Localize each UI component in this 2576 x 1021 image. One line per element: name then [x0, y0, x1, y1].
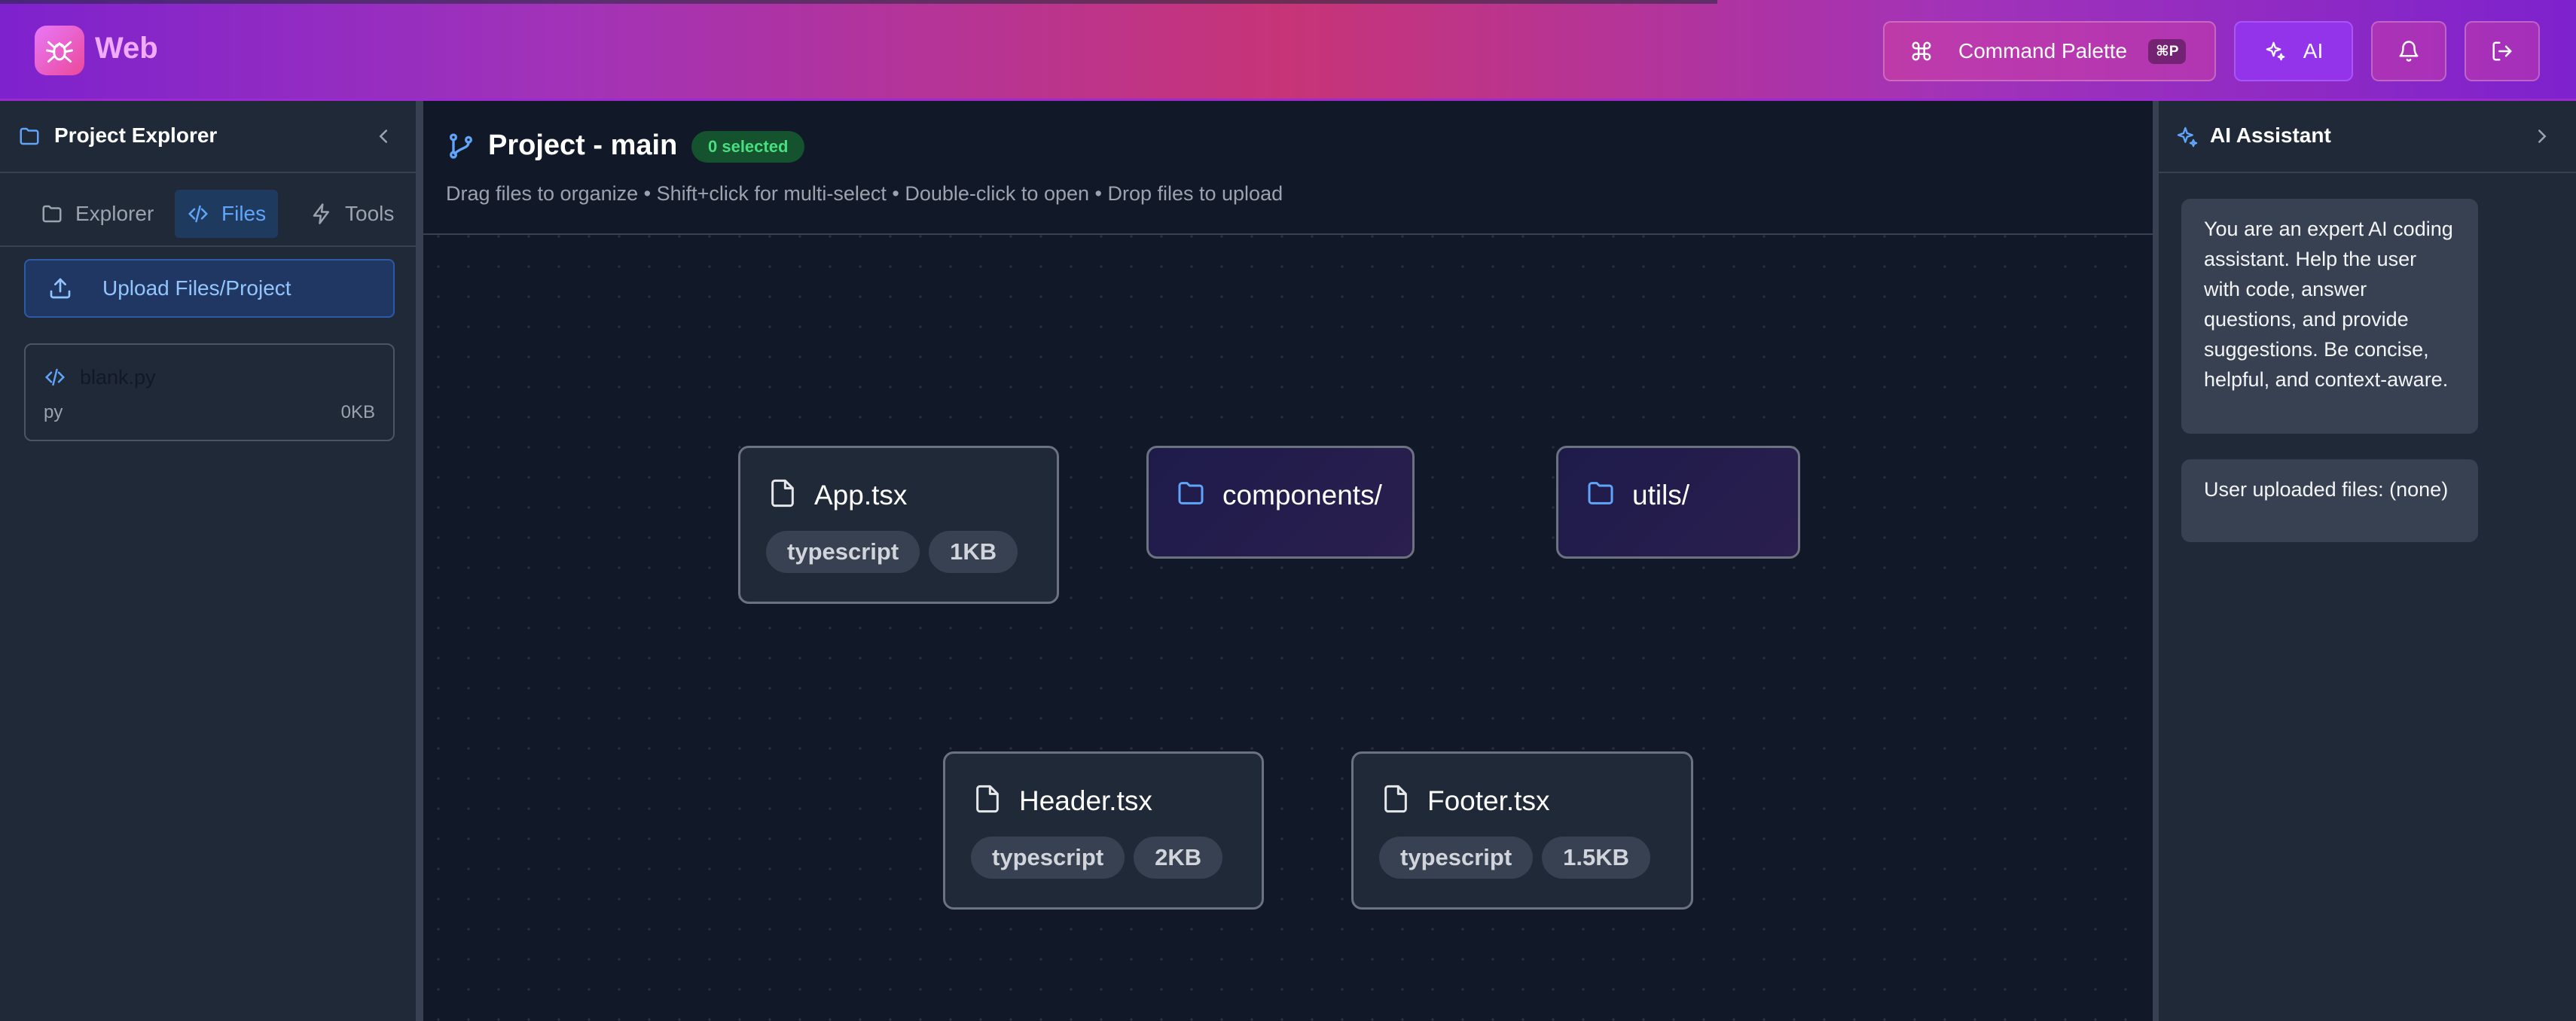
- bolt-icon: [313, 203, 329, 224]
- loading-bar: [0, 0, 1717, 4]
- command-palette-label: Command Palette: [1958, 39, 2128, 62]
- sidebar-tabs: Explorer Files Tools: [0, 175, 416, 247]
- sidebar-title: Project Explorer: [54, 123, 218, 147]
- folder-icon: [42, 205, 62, 223]
- folder-icon: [1178, 482, 1204, 504]
- file-icon: [1384, 785, 1407, 813]
- size-tag: 2KB: [1134, 837, 1223, 879]
- command-palette-button[interactable]: Command Palette ⌘P: [1883, 21, 2216, 81]
- tab-tools[interactable]: Tools: [298, 190, 406, 238]
- code-icon: [188, 205, 209, 223]
- file-icon: [771, 479, 794, 507]
- node-name: Footer.tsx: [1427, 785, 1550, 816]
- language-tag: typescript: [971, 837, 1125, 879]
- ai-panel-resize-handle[interactable]: [2153, 101, 2159, 1021]
- ai-button[interactable]: AI: [2234, 21, 2353, 81]
- collapse-sidebar-button[interactable]: [372, 125, 395, 148]
- selection-count-badge: 0 selected: [691, 131, 805, 163]
- file-size: 0KB: [340, 402, 375, 422]
- folder-icon: [1588, 482, 1613, 504]
- upload-icon: [50, 278, 71, 299]
- size-tag: 1.5KB: [1542, 837, 1651, 879]
- ai-panel-title: AI Assistant: [2210, 123, 2331, 147]
- command-shortcut-badge: ⌘P: [2148, 38, 2187, 64]
- size-tag: 1KB: [929, 531, 1018, 573]
- file-node-header[interactable]: Header.tsx typescript 2KB: [943, 751, 1264, 910]
- file-node-footer[interactable]: Footer.tsx typescript 1.5KB: [1351, 751, 1693, 910]
- spider-logo-icon: [46, 41, 73, 63]
- file-node-app[interactable]: App.tsx typescript 1KB: [738, 446, 1059, 604]
- file-name: blank.py: [80, 366, 156, 389]
- command-icon: [1912, 41, 1931, 61]
- code-icon: [44, 368, 66, 386]
- notifications-button[interactable]: [2371, 21, 2446, 81]
- node-name: components/: [1222, 480, 1382, 510]
- chevron-right-icon: [2538, 130, 2547, 143]
- canvas-hint: Drag files to organize • Shift+click for…: [446, 182, 1283, 205]
- upload-button-label: Upload Files/Project: [102, 276, 291, 300]
- node-tags: typescript 1KB: [766, 531, 1018, 573]
- app-name: Web: [95, 32, 158, 65]
- folder-icon: [20, 127, 39, 145]
- tab-label: Files: [221, 202, 267, 225]
- folder-node-utils[interactable]: utils/: [1556, 446, 1800, 559]
- page-title: Project - main: [488, 130, 678, 161]
- sparkles-icon: [2177, 126, 2198, 148]
- project-explorer-panel: Project Explorer Explorer Files Tools Up…: [0, 101, 416, 1021]
- ai-panel-header: AI Assistant: [2159, 101, 2576, 173]
- chat-message: User uploaded files: (none): [2181, 459, 2478, 542]
- chevron-left-icon: [379, 130, 387, 143]
- language-tag: typescript: [1379, 837, 1534, 879]
- node-name: App.tsx: [814, 480, 908, 510]
- tab-label: Explorer: [75, 202, 154, 225]
- project-canvas[interactable]: Project - main 0 selected Drag files to …: [423, 101, 2153, 1021]
- top-header: Web Command Palette ⌘P AI: [0, 0, 2576, 101]
- tab-label: Tools: [345, 202, 395, 225]
- sidebar-resize-handle[interactable]: [416, 101, 423, 1021]
- language-tag: typescript: [766, 531, 920, 573]
- git-branch-icon: [450, 133, 472, 159]
- ai-button-label: AI: [2303, 39, 2324, 62]
- file-extension: py: [44, 402, 63, 422]
- upload-files-button[interactable]: Upload Files/Project: [24, 259, 395, 318]
- node-tags: typescript 1.5KB: [1379, 837, 1651, 879]
- canvas-header: Project - main 0 selected Drag files to …: [423, 101, 2153, 235]
- logout-button[interactable]: [2465, 21, 2540, 81]
- chat-message: You are an expert AI coding assistant. H…: [2181, 199, 2478, 434]
- file-icon: [976, 785, 999, 813]
- node-tags: typescript 2KB: [971, 837, 1223, 879]
- node-name: utils/: [1632, 480, 1690, 510]
- tab-files[interactable]: Files: [175, 190, 279, 238]
- logout-icon: [2492, 41, 2512, 61]
- node-name: Header.tsx: [1019, 785, 1152, 816]
- tab-explorer[interactable]: Explorer: [29, 190, 166, 238]
- bell-icon: [2399, 41, 2419, 62]
- file-list-item[interactable]: blank.py py 0KB: [24, 343, 395, 441]
- folder-node-components[interactable]: components/: [1146, 446, 1415, 559]
- collapse-ai-panel-button[interactable]: [2531, 125, 2553, 148]
- app-logo[interactable]: [35, 26, 84, 75]
- sidebar-header: Project Explorer: [0, 101, 416, 173]
- ai-assistant-panel: AI Assistant You are an expert AI coding…: [2159, 101, 2576, 1021]
- sparkles-icon: [2266, 41, 2285, 61]
